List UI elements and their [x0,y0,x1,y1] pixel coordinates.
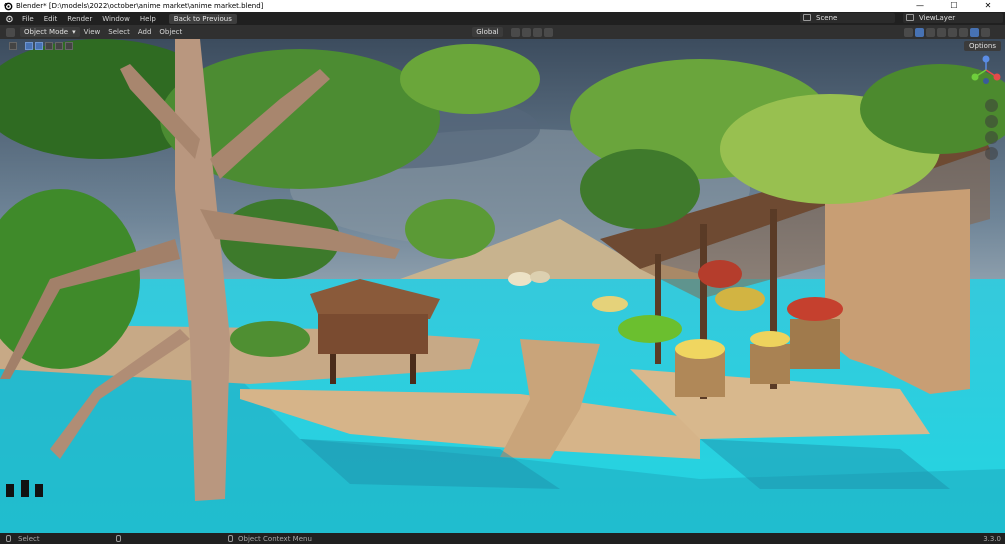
blender-logo-icon [4,2,13,11]
zoom-icon[interactable] [985,99,998,112]
menu-edit[interactable]: Edit [39,15,63,23]
select-extend-icon[interactable] [35,42,43,50]
viewport-tool-row: Options [0,39,1005,53]
scene-icon [803,14,811,21]
view-layer-selector[interactable]: ViewLayer [903,13,1003,23]
mode-label: Object Mode [24,28,69,36]
version-label: 3.3.0 [983,534,1001,543]
header-menu-view[interactable]: View [80,28,105,36]
viewport-header: Object Mode ▾ View Select Add Object Glo… [0,25,1005,39]
gizmo-toggle-icon[interactable] [914,27,924,37]
header-menu-object[interactable]: Object [155,28,186,36]
scene-selector[interactable]: Scene [800,13,895,23]
select-tool-icon[interactable] [9,42,17,50]
status-select: Select [18,534,40,543]
mouse-right-icon [228,535,233,542]
window-title: Blender* [D:\models\2022\october\anime m… [16,2,264,10]
solid-shading-icon[interactable] [958,27,968,37]
grid-icon[interactable] [985,147,998,160]
overlay-icon[interactable] [925,27,935,37]
3d-viewport[interactable] [0,39,1005,533]
material-shading-icon[interactable] [969,27,979,37]
maximize-button[interactable]: ☐ [937,0,971,12]
close-button[interactable]: ✕ [971,0,1005,12]
orientation-label: Global [476,28,499,36]
options-button[interactable]: Options [963,41,1001,51]
select-intersect-icon[interactable] [65,42,73,50]
transform-orientation-dropdown[interactable]: Global [472,27,503,37]
view-layer-name: ViewLayer [919,14,956,22]
chevron-down-icon: ▾ [72,28,76,36]
xray-icon[interactable] [936,27,946,37]
snap-target-icon[interactable] [532,27,542,37]
window-titlebar: Blender* [D:\models\2022\october\anime m… [0,0,1005,12]
menu-help[interactable]: Help [135,15,161,23]
header-menu-add[interactable]: Add [134,28,156,36]
mode-dropdown[interactable]: Object Mode ▾ [20,27,80,37]
blender-menu-icon[interactable] [4,14,14,23]
proportional-edit-icon[interactable] [543,27,553,37]
menu-file[interactable]: File [17,15,39,23]
select-subtract-icon[interactable] [45,42,53,50]
mouse-middle-icon [116,535,121,542]
menu-render[interactable]: Render [62,15,97,23]
rendered-scene [0,39,1005,533]
view-layer-icon [906,14,914,21]
pivot-icon[interactable] [510,27,520,37]
header-menu-select[interactable]: Select [104,28,134,36]
mouse-left-icon [6,535,11,542]
wireframe-shading-icon[interactable] [947,27,957,37]
rendered-shading-icon[interactable] [980,27,990,37]
back-to-previous-button[interactable]: Back to Previous [168,13,237,24]
snap-icon[interactable] [521,27,531,37]
menu-window[interactable]: Window [97,15,135,23]
status-context-menu: Object Context Menu [238,534,312,543]
camera-icon[interactable] [985,131,998,144]
visibility-icon[interactable] [903,27,913,37]
axis-gizmo-icon[interactable] [971,55,1001,85]
select-invert-icon[interactable] [55,42,63,50]
pan-hand-icon[interactable] [985,115,998,128]
status-bar: Select Object Context Menu 3.3.0 [0,533,1005,544]
select-box-icon[interactable] [25,42,33,50]
minimize-button[interactable]: — [903,0,937,12]
editor-type-icon[interactable] [6,27,15,37]
window-controls: — ☐ ✕ [903,0,1005,12]
scene-name: Scene [816,14,838,22]
